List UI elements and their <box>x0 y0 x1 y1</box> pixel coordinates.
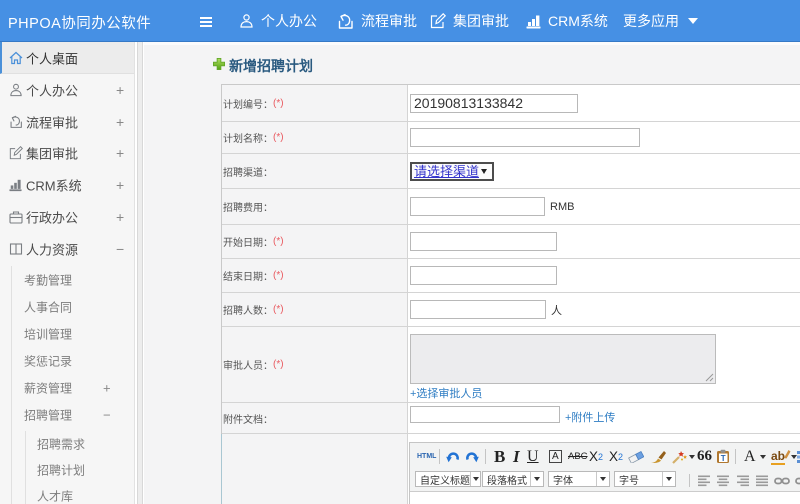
svg-text:T: T <box>721 454 726 463</box>
